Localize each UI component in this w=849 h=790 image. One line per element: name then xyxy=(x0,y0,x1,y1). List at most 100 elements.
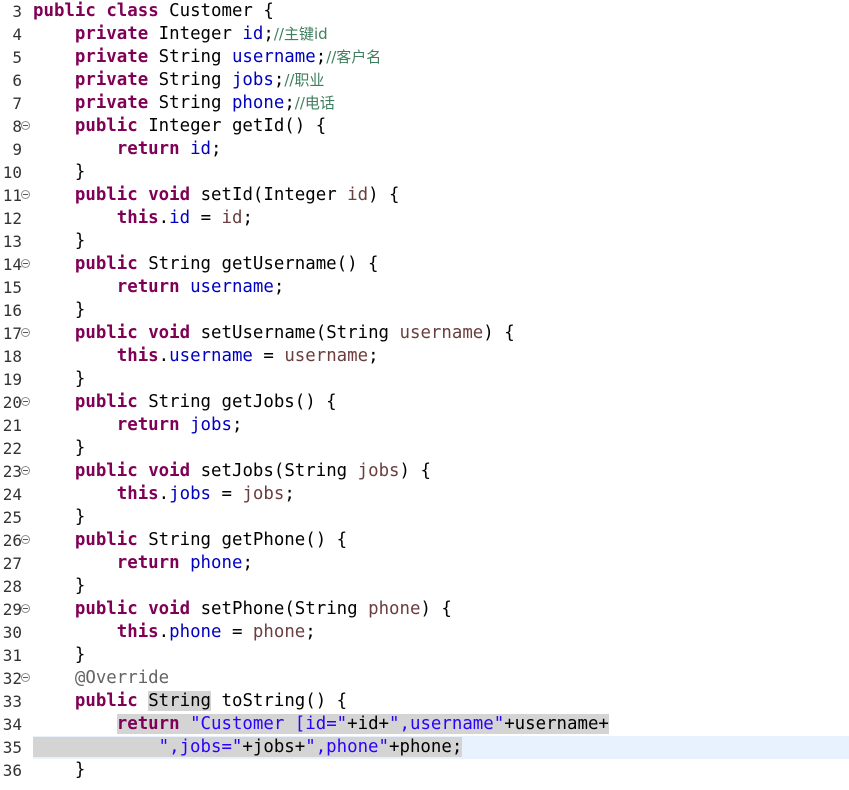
fold-toggle-icon[interactable] xyxy=(21,604,30,613)
code-token: //客户名 xyxy=(326,48,382,66)
code-line[interactable]: 27 return phone; xyxy=(0,552,849,575)
code-token: } xyxy=(33,760,86,780)
code-token: ) { xyxy=(368,185,400,205)
code-token: . xyxy=(158,622,170,642)
code-text[interactable]: return "Customer [id="+id+",username"+us… xyxy=(33,713,609,736)
code-text[interactable]: public String getJobs() { xyxy=(33,391,337,414)
fold-toggle-icon[interactable] xyxy=(21,535,30,544)
code-text[interactable]: this.username = username; xyxy=(33,345,379,368)
code-text[interactable]: public String getPhone() { xyxy=(33,529,347,552)
code-text[interactable]: private String username;//客户名 xyxy=(33,46,381,69)
code-text[interactable]: } xyxy=(33,506,85,529)
code-text[interactable]: return id; xyxy=(33,138,222,161)
code-line[interactable]: 11 public void setId(Integer id) { xyxy=(0,184,849,207)
code-text[interactable]: public Integer getId() { xyxy=(33,115,326,138)
code-line[interactable]: 26 public String getPhone() { xyxy=(0,529,849,552)
line-number: 13 xyxy=(2,232,22,251)
code-text[interactable]: public void setJobs(String jobs) { xyxy=(33,460,431,483)
code-line[interactable]: 28 } xyxy=(0,575,849,598)
line-number: 18 xyxy=(2,347,22,366)
code-line[interactable]: 22 } xyxy=(0,437,849,460)
code-text[interactable]: ",jobs="+jobs+",phone"+phone; xyxy=(33,736,463,759)
line-number: 30 xyxy=(2,623,22,642)
code-token: ; xyxy=(273,277,285,297)
code-text[interactable]: } xyxy=(33,575,85,598)
code-text[interactable]: } xyxy=(33,368,85,391)
code-line[interactable]: 10 } xyxy=(0,161,849,184)
code-line[interactable]: 15 return username; xyxy=(0,276,849,299)
code-text[interactable]: } xyxy=(33,759,85,782)
code-line[interactable]: 30 this.phone = phone; xyxy=(0,621,849,644)
code-line[interactable]: 5 private String username;//客户名 xyxy=(0,46,849,69)
code-text[interactable]: return jobs; xyxy=(33,414,243,437)
code-text[interactable]: @Override xyxy=(33,667,169,690)
code-line[interactable]: 4 private Integer id;//主键id xyxy=(0,23,849,46)
code-text[interactable]: public void setUsername(String username)… xyxy=(33,322,515,345)
code-token: void xyxy=(148,461,191,481)
code-text[interactable]: public void setPhone(String phone) { xyxy=(33,598,452,621)
code-token: jobs xyxy=(357,461,400,481)
code-text[interactable]: this.jobs = jobs; xyxy=(33,483,295,506)
code-line[interactable]: 12 this.id = id; xyxy=(0,207,849,230)
code-token: this xyxy=(116,484,159,504)
fold-toggle-icon[interactable] xyxy=(21,259,30,268)
code-line[interactable]: 31 } xyxy=(0,644,849,667)
code-line[interactable]: 17 public void setUsername(String userna… xyxy=(0,322,849,345)
code-text[interactable]: } xyxy=(33,161,85,184)
code-line[interactable]: 9 return id; xyxy=(0,138,849,161)
code-line[interactable]: 35 ",jobs="+jobs+",phone"+phone; xyxy=(0,736,849,759)
code-text[interactable]: return username; xyxy=(33,276,285,299)
code-line[interactable]: 6 private String jobs;//职业 xyxy=(0,69,849,92)
fold-toggle-icon[interactable] xyxy=(21,121,30,130)
code-text[interactable]: this.phone = phone; xyxy=(33,621,316,644)
code-text[interactable]: private String phone;//电话 xyxy=(33,92,335,115)
code-token: private xyxy=(74,47,149,67)
code-token: String xyxy=(148,691,212,711)
fold-toggle-icon[interactable] xyxy=(21,328,30,337)
code-text[interactable]: } xyxy=(33,230,85,253)
code-text[interactable]: this.id = id; xyxy=(33,207,253,230)
code-line[interactable]: 25 } xyxy=(0,506,849,529)
code-line[interactable]: 32 @Override xyxy=(0,667,849,690)
code-token: //职业 xyxy=(284,71,325,89)
code-text[interactable]: public String getUsername() { xyxy=(33,253,379,276)
code-line[interactable]: 18 this.username = username; xyxy=(0,345,849,368)
line-number: 24 xyxy=(2,485,22,504)
code-line[interactable]: 3 public class Customer { xyxy=(0,0,849,23)
fold-toggle-icon[interactable] xyxy=(21,397,30,406)
code-line[interactable]: 8 public Integer getId() { xyxy=(0,115,849,138)
fold-toggle-icon[interactable] xyxy=(21,190,30,199)
code-line[interactable]: 34 return "Customer [id="+id+",username"… xyxy=(0,713,849,736)
code-text[interactable]: public class Customer { xyxy=(33,0,274,23)
code-text[interactable]: } xyxy=(33,299,85,322)
fold-toggle-icon[interactable] xyxy=(21,673,30,682)
code-text[interactable]: } xyxy=(33,644,85,667)
code-line[interactable]: 16 } xyxy=(0,299,849,322)
code-line[interactable]: 13 } xyxy=(0,230,849,253)
code-line[interactable]: 14 public String getUsername() { xyxy=(0,253,849,276)
code-line[interactable]: 29 public void setPhone(String phone) { xyxy=(0,598,849,621)
code-text[interactable]: return phone; xyxy=(33,552,253,575)
code-token: phone xyxy=(368,599,421,619)
code-line[interactable]: 33 public String toString() { xyxy=(0,690,849,713)
code-line[interactable]: 7 private String phone;//电话 xyxy=(0,92,849,115)
code-line[interactable]: 19 } xyxy=(0,368,849,391)
code-text[interactable]: } xyxy=(33,437,85,460)
code-line[interactable]: 24 this.jobs = jobs; xyxy=(0,483,849,506)
code-line[interactable]: 36 } xyxy=(0,759,849,782)
line-number: 35 xyxy=(2,738,22,757)
code-token: jobs xyxy=(242,484,285,504)
code-line[interactable]: 21 return jobs; xyxy=(0,414,849,437)
code-text[interactable]: public void setId(Integer id) { xyxy=(33,184,400,207)
code-line[interactable]: 20 public String getJobs() { xyxy=(0,391,849,414)
code-editor[interactable]: 3 public class Customer {4 private Intege… xyxy=(0,0,849,790)
code-line[interactable]: 23 public void setJobs(String jobs) { xyxy=(0,460,849,483)
code-text[interactable]: private Integer id;//主键id xyxy=(33,23,328,46)
fold-toggle-icon[interactable] xyxy=(21,466,30,475)
code-text[interactable]: private String jobs;//职业 xyxy=(33,69,325,92)
code-token: setId(Integer xyxy=(190,185,348,205)
code-text[interactable]: public String toString() { xyxy=(33,690,347,713)
